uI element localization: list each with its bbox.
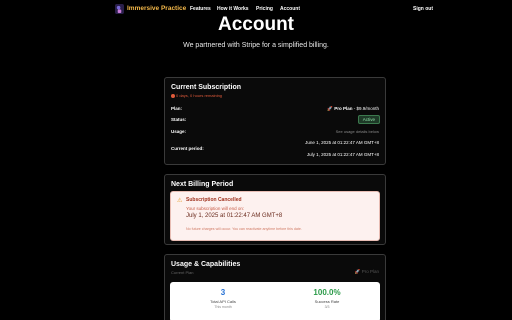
usage-card: Usage & Capabilities Current Plan 🚀 Pro … — [164, 254, 386, 320]
billing-title: Next Billing Period — [171, 181, 234, 188]
plan-label: Plan: — [171, 106, 183, 111]
stat-value: 3 — [220, 288, 226, 297]
stat-sub: This month — [214, 305, 232, 309]
period-label: Current period: — [171, 146, 204, 151]
nav-link-account[interactable]: Account — [280, 6, 300, 12]
stat-label: Success Rate — [314, 299, 340, 304]
stat-sub: 3/3 — [324, 305, 330, 309]
cancellation-alert: ⚠ Subscription Cancelled Your subscripti… — [170, 191, 380, 241]
stat-api-calls: 3 Total API Calls This month — [178, 288, 268, 309]
warning-icon: ⚠ — [177, 198, 183, 204]
alert-note: No future charges will occur. You can re… — [186, 227, 302, 231]
usage-label: Usage: — [171, 129, 187, 134]
current-plan-label: Current Plan — [171, 270, 194, 275]
plan-value: 🚀 Pro Plan - $9.9/month — [327, 106, 379, 112]
stat-success-rate: 100.0% Success Rate 3/3 — [282, 288, 372, 309]
nav-link-pricing[interactable]: Pricing — [256, 6, 273, 12]
billing-card: Next Billing Period ⚠ Subscription Cance… — [164, 174, 386, 245]
time-remaining: 0 days, 0 hours remaining — [171, 93, 222, 98]
subscription-title: Current Subscription — [171, 84, 242, 91]
stat-value: 100.0% — [313, 288, 341, 297]
sign-out-button[interactable]: Sign out — [413, 6, 433, 12]
plan-price: - $9.9/month — [353, 106, 379, 111]
plan-name: Pro Plan — [334, 106, 353, 111]
brand-name[interactable]: Immersive Practice — [127, 5, 186, 12]
alert-message: Your subscription will end on: — [186, 206, 245, 211]
alert-title: Subscription Cancelled — [186, 197, 242, 203]
stats-panel: 3 Total API Calls This month 100.0% Succ… — [170, 282, 380, 320]
nav-link-how-it-works[interactable]: How it Works — [217, 6, 249, 12]
page-subtitle: We partnered with Stripe for a simplifie… — [183, 42, 329, 49]
status-badge: Active — [357, 115, 380, 124]
period-start: June 1, 2025 at 01:22:47 AM GMT+8 — [305, 140, 379, 145]
subscription-card: Current Subscription 0 days, 0 hours rem… — [164, 77, 386, 165]
plan-chip: 🚀 Pro Plan — [355, 269, 379, 275]
page-title: Account — [218, 14, 294, 35]
plan-chip-label: Pro Plan — [361, 269, 379, 274]
rocket-icon: 🚀 — [327, 106, 333, 111]
period-end: July 1, 2025 at 01:22:47 AM GMT+8 — [306, 152, 379, 157]
stat-label: Total API Calls — [210, 299, 236, 304]
usage-title: Usage & Capabilities — [171, 261, 241, 268]
status-label: Status: — [171, 117, 187, 122]
time-remaining-text: 0 days, 0 hours remaining — [176, 93, 223, 98]
usage-details-link[interactable]: See usage details below — [336, 129, 379, 134]
clock-icon — [171, 93, 175, 98]
alert-end-date: July 1, 2025 at 01:22:47 AM GMT+8 — [186, 213, 283, 219]
rocket-icon: 🚀 — [354, 269, 361, 274]
nav-link-features[interactable]: Features — [190, 6, 211, 12]
